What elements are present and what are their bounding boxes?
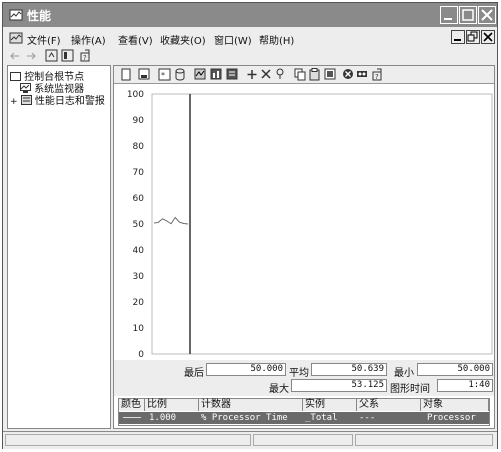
- duration-value: 1:40: [437, 379, 493, 392]
- minimize-icon: [444, 18, 452, 20]
- title-bar[interactable]: 性能: [3, 3, 497, 27]
- legend-header-parent[interactable]: 父系: [357, 399, 421, 411]
- help-icon[interactable]: ?: [79, 49, 92, 62]
- back-arrow-icon[interactable]: [9, 50, 21, 62]
- close-button[interactable]: [478, 6, 496, 24]
- legend-instance: _Total: [305, 413, 338, 423]
- close-icon: [483, 32, 493, 42]
- window-title: 性能: [27, 9, 52, 23]
- show-tree-icon[interactable]: [61, 49, 74, 62]
- copy-properties-icon[interactable]: [294, 68, 306, 81]
- minimum-value: 50.000: [417, 363, 493, 376]
- y-tick-label: 50: [133, 220, 145, 230]
- svg-text:?: ?: [83, 54, 87, 62]
- y-tick-label: 60: [133, 194, 145, 204]
- y-tick-label: 30: [133, 272, 145, 282]
- delete-counter-icon[interactable]: [260, 68, 272, 81]
- status-segment: [355, 434, 493, 446]
- maximum-value: 53.125: [291, 379, 387, 392]
- maximize-icon: [462, 9, 474, 21]
- logs-alerts-icon: [20, 95, 32, 105]
- view-report-icon[interactable]: [226, 68, 238, 81]
- performance-window: 性能 文件(F) 操作(A) 查看(V) 收藏夹(O) 窗口(W) 帮助(H): [2, 2, 498, 449]
- legend-scale: 1.000: [149, 413, 177, 423]
- tree-item-label: 性能日志和警报: [34, 96, 105, 107]
- duration-label: 图形时间: [390, 384, 430, 395]
- legend-header-color[interactable]: 颜色: [119, 399, 145, 411]
- menu-window[interactable]: 窗口(W): [214, 32, 252, 47]
- status-segment: [253, 434, 353, 446]
- y-tick-label: 0: [138, 350, 144, 359]
- minimize-icon: [454, 39, 461, 41]
- menu-bar: 文件(F) 操作(A) 查看(V) 收藏夹(O) 窗口(W) 帮助(H): [3, 29, 497, 47]
- system-monitor-pane: * ? 100 90 80 70 60 50 40 30 20 10 0 最后 50.000 平均 …: [113, 65, 495, 429]
- add-counter-icon[interactable]: [246, 68, 258, 81]
- y-tick-label: 80: [133, 142, 145, 152]
- performance-graph: 100 90 80 70 60 50 40 30 20 10 0: [114, 84, 494, 360]
- maximize-button[interactable]: [459, 6, 477, 24]
- menu-action[interactable]: 操作(A): [71, 32, 106, 47]
- update-data-icon[interactable]: [356, 68, 368, 81]
- status-segment: [5, 434, 251, 446]
- maximum-label: 最大: [269, 384, 289, 395]
- plot-area: [151, 93, 493, 355]
- y-tick-label: 70: [133, 168, 145, 178]
- view-histogram-icon[interactable]: [210, 68, 222, 81]
- legend-header-counter[interactable]: 计数器: [199, 399, 303, 411]
- close-icon: [481, 9, 493, 21]
- legend-header-instance[interactable]: 实例: [303, 399, 357, 411]
- menu-view[interactable]: 查看(V): [118, 32, 153, 47]
- legend-parent: ---: [359, 413, 376, 423]
- navigation-toolbar: ?: [3, 49, 497, 63]
- y-tick-label: 40: [133, 246, 145, 256]
- tree-item-logs-alerts[interactable]: + 性能日志和警报: [10, 92, 105, 107]
- restore-icon: [467, 31, 478, 42]
- forward-arrow-icon[interactable]: [25, 50, 37, 62]
- up-level-icon[interactable]: [45, 49, 58, 62]
- y-tick-label: 10: [133, 324, 145, 334]
- average-value: 50.639: [311, 363, 387, 376]
- graph-canvas: 1009080706050403020100: [127, 90, 493, 360]
- console-icon: [9, 32, 23, 44]
- tree-expander[interactable]: +: [10, 97, 18, 107]
- y-tick-label: 20: [133, 298, 145, 308]
- menu-help[interactable]: 帮助(H): [259, 32, 294, 47]
- menu-favorites[interactable]: 收藏夹(O): [160, 32, 206, 47]
- clear-display-icon[interactable]: [138, 68, 150, 81]
- view-current-activity-icon[interactable]: *: [158, 68, 171, 81]
- mdi-restore-button[interactable]: [466, 30, 480, 44]
- y-tick-label: 90: [133, 116, 145, 126]
- view-log-data-icon[interactable]: [174, 68, 186, 81]
- last-label: 最后: [184, 368, 204, 379]
- average-label: 平均: [289, 368, 309, 379]
- console-tree: 控制台根节点 系统监视器 + 性能日志和警报: [7, 65, 111, 429]
- menu-file[interactable]: 文件(F): [27, 32, 61, 47]
- status-bar: [3, 431, 497, 449]
- svg-text:*: *: [161, 71, 165, 80]
- legend-counter: % Processor Time: [201, 413, 288, 423]
- freeze-display-icon[interactable]: [342, 68, 354, 81]
- legend-header-scale[interactable]: 比例: [145, 399, 199, 411]
- new-counter-set-icon[interactable]: [120, 68, 132, 81]
- legend-row[interactable]: 1.000 % Processor Time _Total --- Proces…: [119, 412, 489, 424]
- counter-legend: 颜色 比例 计数器 实例 父系 对象 1.000 % Processor Tim…: [118, 398, 490, 426]
- legend-object: Processor: [427, 413, 476, 423]
- mdi-minimize-button[interactable]: [451, 30, 465, 44]
- help-icon[interactable]: ?: [371, 68, 383, 81]
- legend-header-object[interactable]: 对象: [421, 399, 489, 411]
- monitor-toolbar: * ?: [114, 66, 494, 84]
- svg-text:?: ?: [375, 73, 379, 81]
- view-graph-icon[interactable]: [194, 68, 206, 81]
- mdi-close-button[interactable]: [481, 30, 495, 44]
- last-value: 50.000: [206, 363, 286, 376]
- performance-app-icon: [9, 9, 23, 21]
- paste-counter-list-icon[interactable]: [309, 68, 321, 81]
- minimize-button[interactable]: [440, 6, 458, 24]
- legend-color-swatch: [123, 417, 141, 418]
- minimum-label: 最小: [394, 368, 414, 379]
- highlight-icon[interactable]: [274, 68, 286, 81]
- statistics-bar: 最后 50.000 平均 50.639 最小 50.000 最大 53.125 …: [114, 360, 494, 396]
- properties-icon[interactable]: [324, 68, 336, 81]
- y-tick-label: 100: [127, 90, 144, 100]
